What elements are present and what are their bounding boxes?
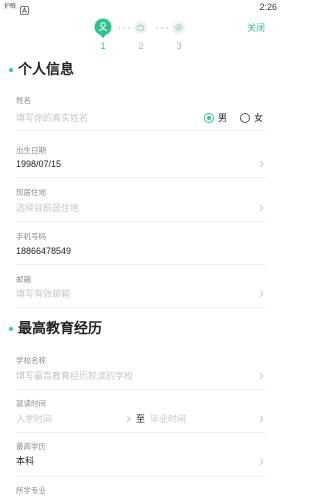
chevron-right-icon[interactable] bbox=[259, 458, 264, 466]
eye-care-indicator: 护眼 bbox=[4, 4, 17, 10]
birth-date-field[interactable]: 1998/07/15 bbox=[16, 158, 61, 170]
birth-date-label: 出生日期 bbox=[16, 146, 46, 155]
residence-field[interactable]: 选择目前居住地 bbox=[16, 202, 79, 214]
chevron-right-icon[interactable] bbox=[259, 290, 264, 298]
resume-form-screen: 护眼 2:26 1 2 3 关闭 个人信息 姓名 填写你的真实姓名 男 女 出生… bbox=[0, 0, 282, 500]
step-connector-dot bbox=[128, 27, 130, 29]
step-3-plus-circle-icon[interactable] bbox=[172, 21, 185, 34]
section-marker-dot bbox=[9, 327, 13, 331]
row-divider bbox=[16, 264, 266, 265]
degree-label: 最高学历 bbox=[16, 442, 46, 451]
start-date-field[interactable]: 入学时间 bbox=[16, 413, 52, 425]
residence-label: 现居住地 bbox=[16, 188, 46, 197]
study-period-label: 就读时间 bbox=[16, 399, 46, 408]
name-input[interactable]: 填写你的真实姓名 bbox=[16, 112, 88, 124]
email-label: 邮箱 bbox=[16, 275, 31, 284]
close-button[interactable]: 关闭 bbox=[247, 22, 265, 34]
chevron-right-icon[interactable] bbox=[259, 160, 264, 168]
row-divider bbox=[16, 432, 266, 433]
phone-field[interactable]: 18866478549 bbox=[16, 245, 71, 257]
chevron-right-icon[interactable] bbox=[126, 415, 131, 423]
row-divider bbox=[16, 130, 266, 131]
chevron-right-icon[interactable] bbox=[259, 372, 264, 380]
major-label: 所学专业 bbox=[16, 486, 46, 495]
section-marker-dot bbox=[9, 68, 13, 72]
step-connector-dot bbox=[156, 27, 158, 29]
period-separator: 至 bbox=[136, 414, 146, 424]
step-1-number: 1 bbox=[100, 41, 106, 51]
chevron-right-icon[interactable] bbox=[259, 415, 264, 423]
status-time: 2:26 bbox=[259, 2, 277, 12]
step-connector-dot bbox=[166, 27, 168, 29]
row-divider bbox=[16, 389, 266, 390]
gender-female-radio[interactable] bbox=[240, 113, 250, 123]
section-title-personal: 个人信息 bbox=[18, 61, 74, 77]
step-connector-dot bbox=[123, 27, 125, 29]
step-1-person-icon[interactable] bbox=[94, 18, 112, 40]
email-field[interactable]: 填写有效邮箱 bbox=[16, 288, 70, 300]
gender-male-radio[interactable] bbox=[204, 113, 214, 123]
step-3-number: 3 bbox=[176, 41, 182, 51]
section-title-education: 最高教育经历 bbox=[18, 320, 102, 336]
step-2-briefcase-icon[interactable] bbox=[134, 21, 147, 34]
degree-field[interactable]: 本科 bbox=[16, 455, 34, 467]
row-divider bbox=[16, 476, 266, 477]
row-divider bbox=[16, 307, 266, 308]
gender-male-label[interactable]: 男 bbox=[218, 112, 227, 124]
phone-label: 手机号码 bbox=[16, 232, 46, 241]
app-a-icon bbox=[20, 2, 29, 15]
gender-female-label[interactable]: 女 bbox=[254, 112, 263, 124]
row-divider bbox=[16, 177, 266, 178]
end-date-field[interactable]: 毕业时间 bbox=[150, 413, 186, 425]
row-divider bbox=[16, 221, 266, 222]
step-connector-dot bbox=[118, 27, 120, 29]
name-label: 姓名 bbox=[16, 96, 31, 105]
step-2-number: 2 bbox=[138, 41, 144, 51]
step-connector-dot bbox=[161, 27, 163, 29]
school-label: 学校名称 bbox=[16, 356, 46, 365]
school-field[interactable]: 填写最高教育经历就读的学校 bbox=[16, 370, 133, 382]
chevron-right-icon[interactable] bbox=[259, 204, 264, 212]
